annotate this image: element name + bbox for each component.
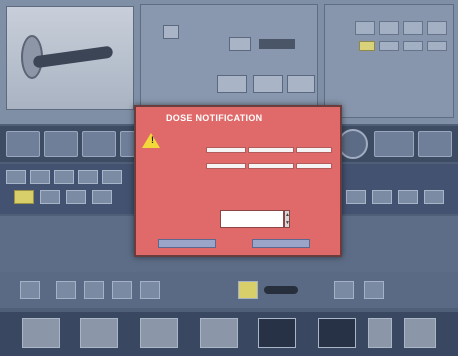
protocol-button[interactable] (92, 190, 112, 204)
info-cell (427, 41, 447, 51)
table-column-header (206, 156, 246, 161)
dialog-title: DOSE NOTIFICATION (166, 113, 263, 123)
thumbnail[interactable] (200, 318, 238, 348)
dose-value-input[interactable] (220, 210, 284, 228)
toolbar-row-tools (0, 272, 458, 308)
protocol-button[interactable] (346, 190, 366, 204)
eye-view-button[interactable] (374, 131, 414, 157)
tool-button[interactable] (84, 281, 104, 299)
thumbnail[interactable] (318, 318, 356, 348)
panel-button[interactable] (229, 37, 251, 51)
protocol-button[interactable] (398, 190, 418, 204)
tool-button-active[interactable] (238, 281, 258, 299)
info-cell (379, 41, 399, 51)
protocol-button[interactable] (40, 190, 60, 204)
tool-button[interactable] (112, 281, 132, 299)
thumbnail[interactable] (258, 318, 296, 348)
panel-button[interactable] (217, 75, 247, 93)
protocol-button[interactable] (30, 170, 50, 184)
dose-notification-dialog: ! DOSE NOTIFICATION ▲ ▼ (134, 105, 342, 257)
protocol-button[interactable] (372, 190, 392, 204)
protocol-button[interactable] (54, 170, 74, 184)
tool-button[interactable] (56, 281, 76, 299)
table-cell (206, 163, 246, 169)
thumbnail[interactable] (22, 318, 60, 348)
toolbar-button[interactable] (44, 131, 78, 157)
probe-icon[interactable] (264, 286, 298, 294)
protocol-button[interactable] (66, 190, 86, 204)
warning-exclamation: ! (151, 135, 154, 145)
tool-button[interactable] (20, 281, 40, 299)
device-tube-graphic (32, 45, 114, 69)
thumbnail[interactable] (404, 318, 436, 348)
protocol-button[interactable] (424, 190, 444, 204)
dialog-left-button[interactable] (158, 239, 216, 248)
protocol-button-active[interactable] (14, 190, 34, 204)
tool-button[interactable] (334, 281, 354, 299)
table-cell (296, 163, 332, 169)
table-column-header (296, 156, 332, 161)
acquisition-panel (140, 4, 318, 116)
thumbnail[interactable] (368, 318, 392, 348)
info-cell (403, 21, 423, 35)
table-cell (296, 147, 332, 153)
table-cell (206, 147, 246, 153)
tool-button[interactable] (364, 281, 384, 299)
image-viewport (6, 6, 134, 110)
panel-button[interactable] (253, 75, 283, 93)
toolbar-button[interactable] (6, 131, 40, 157)
panel-value-box (259, 39, 295, 49)
selected-cell[interactable] (359, 41, 375, 51)
dialog-right-button[interactable] (252, 239, 310, 248)
protocol-button[interactable] (6, 170, 26, 184)
thumbnail[interactable] (80, 318, 118, 348)
info-cell (427, 21, 447, 35)
info-cell (403, 41, 423, 51)
info-cell (379, 21, 399, 35)
thumbnail[interactable] (140, 318, 178, 348)
protocol-button[interactable] (78, 170, 98, 184)
table-column-header (248, 156, 294, 161)
table-cell (248, 147, 294, 153)
thumbnail-bar (0, 312, 458, 356)
toolbar-button[interactable] (418, 131, 452, 157)
panel-button[interactable] (163, 25, 179, 39)
value-stepper[interactable]: ▲ ▼ (284, 210, 290, 228)
toolbar-button[interactable] (82, 131, 116, 157)
info-cell (355, 21, 375, 35)
table-cell (248, 163, 294, 169)
panel-button[interactable] (287, 75, 315, 93)
stepper-down-icon[interactable]: ▼ (285, 219, 290, 227)
protocol-button[interactable] (102, 170, 122, 184)
stepper-up-icon[interactable]: ▲ (285, 211, 290, 219)
tool-button[interactable] (140, 281, 160, 299)
gauge-icon[interactable] (338, 129, 368, 159)
dose-info-panel (324, 4, 454, 118)
